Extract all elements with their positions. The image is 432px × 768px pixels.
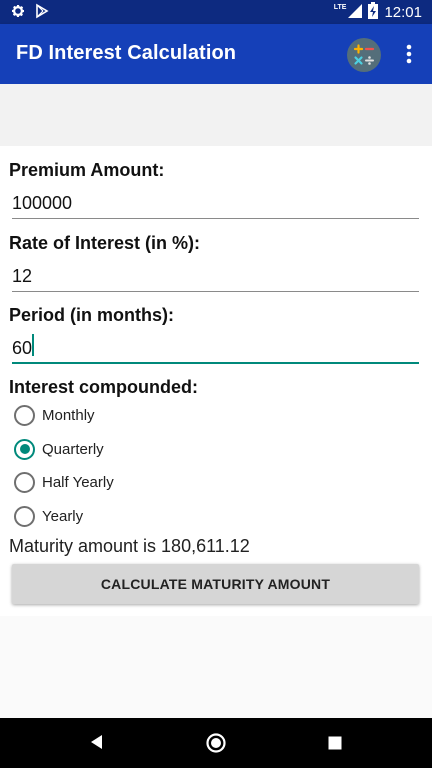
- status-bar: LTE 12:01: [0, 0, 432, 24]
- text-caret: [32, 334, 34, 356]
- play-store-icon: [34, 3, 50, 24]
- battery-charging-icon: [368, 2, 379, 23]
- radio-button[interactable]: [14, 505, 35, 527]
- radio-button[interactable]: [14, 471, 35, 493]
- calculator-button[interactable]: [347, 38, 381, 72]
- premium-field[interactable]: [12, 183, 419, 219]
- radio-button-selected[interactable]: [14, 438, 35, 460]
- rate-input[interactable]: [12, 256, 419, 290]
- radio-label: Monthly: [42, 406, 95, 424]
- network-type: LTE: [333, 4, 347, 11]
- compound-label: Interest compounded:: [9, 377, 199, 397]
- navigation-bar: [0, 718, 432, 768]
- signal-icon: [348, 3, 363, 22]
- rate-field[interactable]: [12, 256, 419, 292]
- premium-label: Premium Amount:: [9, 160, 165, 180]
- maturity-result: Maturity amount is 180,611.12: [9, 536, 250, 556]
- period-label: Period (in months):: [9, 305, 174, 325]
- period-input[interactable]: [12, 328, 419, 362]
- radio-label: Half Yearly: [42, 473, 114, 491]
- top-spacer: [0, 84, 432, 146]
- radio-half-yearly[interactable]: Half Yearly: [14, 469, 114, 495]
- overflow-menu-icon: [398, 44, 420, 70]
- radio-button[interactable]: [14, 404, 35, 426]
- radio-monthly[interactable]: Monthly: [14, 402, 95, 428]
- radio-label: Yearly: [42, 507, 84, 525]
- radio-quarterly[interactable]: Quarterly: [14, 436, 104, 462]
- radio-yearly[interactable]: Yearly: [14, 503, 83, 529]
- app-bar: FD Interest Calculation: [0, 24, 432, 84]
- gear-icon: [10, 3, 26, 24]
- app-title: FD Interest Calculation: [16, 42, 237, 64]
- overflow-menu-button[interactable]: [398, 42, 420, 66]
- rate-label: Rate of Interest (in %):: [9, 233, 201, 253]
- radio-label: Quarterly: [42, 440, 104, 458]
- home-icon[interactable]: [205, 732, 227, 759]
- recents-icon[interactable]: [327, 735, 343, 756]
- back-icon[interactable]: [88, 733, 104, 756]
- premium-input[interactable]: [12, 183, 419, 217]
- period-field[interactable]: [12, 328, 419, 364]
- calculator-icon: [347, 38, 381, 72]
- status-time: 12:01: [384, 4, 422, 21]
- calculate-maturity-button[interactable]: CALCULATE MATURITY AMOUNT: [12, 564, 419, 604]
